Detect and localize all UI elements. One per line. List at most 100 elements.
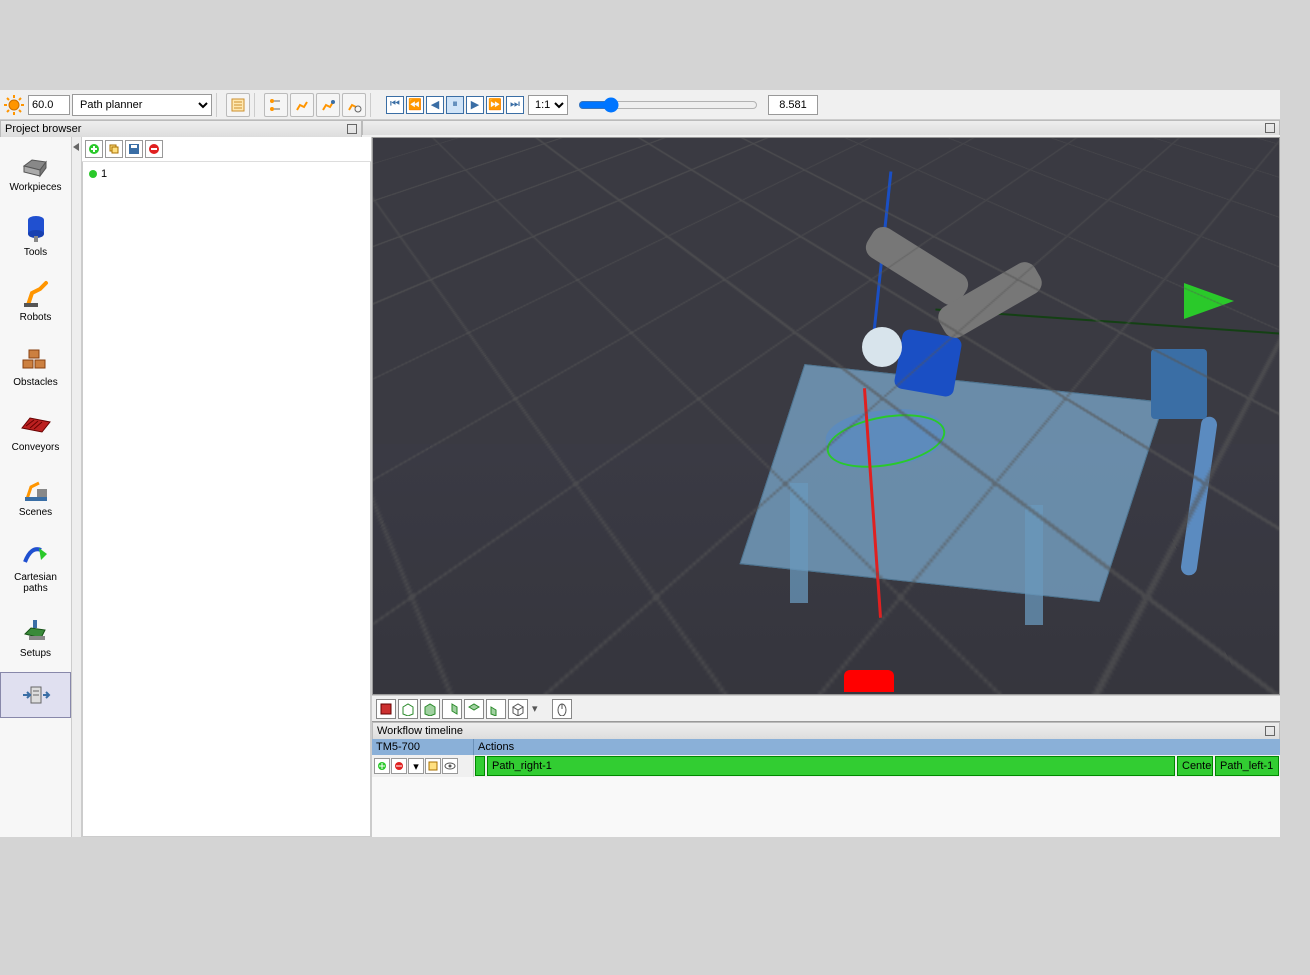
step-forward-icon[interactable]: ▶ [466,96,484,114]
sidebar-label: Robots [20,312,52,323]
chevron-down-icon[interactable]: ▾ [530,702,540,715]
workflow-segment[interactable]: Path_right-1 [487,756,1175,776]
viewport-titlebar [362,120,1280,135]
sidebar-label: Tools [24,247,47,258]
export-icon [20,679,52,711]
view-top-icon[interactable] [464,699,484,719]
wf-dropdown-icon[interactable]: ▾ [408,758,424,774]
sidebar-label: Conveyors [12,442,60,453]
y-axis-cone-icon [1184,283,1234,319]
playback-time-input[interactable] [768,95,818,115]
robot-icon [20,278,52,310]
segment-label: Path_left-1 [1220,760,1273,772]
tree-icon[interactable] [264,93,288,117]
sidebar-label: Obstacles [13,377,57,388]
sun-icon[interactable] [2,93,26,117]
wf-add-icon[interactable] [374,758,390,774]
view-left-icon[interactable] [420,699,440,719]
wf-visibility-icon[interactable] [442,758,458,774]
sidebar-item-setups[interactable]: Setups [0,607,71,666]
segment-label: Cente [1182,760,1211,772]
viewport-collapse-icon[interactable] [1265,123,1275,133]
browser-toolbar [82,137,371,162]
wf-edit-icon[interactable] [425,758,441,774]
copy-icon[interactable] [105,140,123,158]
browser-tree[interactable]: 1 [82,162,371,837]
fast-forward-icon[interactable]: ⏩ [486,96,504,114]
cartesian-icon [20,538,52,570]
add-icon[interactable] [85,140,103,158]
robot-settings-icon[interactable] [342,93,366,117]
panel-collapse-icon[interactable] [347,124,357,134]
view-iso-icon[interactable] [508,699,528,719]
workflow-titlebar: Workflow timeline [372,722,1280,739]
tree-item-label: 1 [101,168,107,180]
playback-ratio-dropdown[interactable]: 1:1 [528,95,568,115]
view-orientation-toolbar: ▾ [372,695,1280,721]
x-axis-cone-icon [844,670,894,692]
pause-icon[interactable]: ⏸ [446,96,464,114]
main-toolbar: Path planner ⏮ ⏪ ◀ ⏸ ▶ ⏩ ⏭ 1:1 [0,90,1280,120]
tree-item[interactable]: 1 [87,166,366,182]
scene-icon [20,473,52,505]
robot-path-icon[interactable] [316,93,340,117]
workflow-segment-start[interactable] [475,756,485,776]
step-back-icon[interactable]: ◀ [426,96,444,114]
workflow-segment[interactable]: Path_left-1 [1215,756,1279,776]
skip-end-icon[interactable]: ⏭ [506,96,524,114]
workpiece-icon [20,148,52,180]
project-browser-panel: 1 [82,137,372,837]
save-icon[interactable] [125,140,143,158]
workflow-panel: Workflow timeline TM5-700 Actions ▾ [372,721,1280,837]
sidebar-label: Scenes [19,507,52,518]
category-sidebar: Workpieces Tools Robots Obstacles Convey… [0,137,72,837]
rewind-icon[interactable]: ⏪ [406,96,424,114]
workflow-row-tools: ▾ [372,755,474,777]
3d-viewport[interactable] [372,137,1280,695]
sidebar-item-obstacles[interactable]: Obstacles [0,336,71,395]
wf-remove-icon[interactable] [391,758,407,774]
view-front-icon[interactable] [376,699,396,719]
mouse-nav-icon[interactable] [552,699,572,719]
speed-input[interactable] [28,95,70,115]
sidebar-label: Workpieces [9,182,61,193]
workflow-actions-track[interactable]: Path_right-1 Cente Path_left-1 [474,755,1280,777]
tool-icon [20,213,52,245]
workflow-collapse-icon[interactable] [1265,726,1275,736]
skip-start-icon[interactable]: ⏮ [386,96,404,114]
conveyor-icon [20,408,52,440]
project-browser-titlebar: Project browser [0,120,362,137]
workflow-robot-header: TM5-700 [372,739,474,755]
browser-collapse-strip[interactable] [72,137,82,837]
sidebar-label: Setups [20,648,51,659]
status-dot-icon [89,170,97,178]
segment-label: Path_right-1 [492,760,552,772]
playback-controls: ⏮ ⏪ ◀ ⏸ ▶ ⏩ ⏭ 1:1 [386,95,818,115]
sidebar-item-workpieces[interactable]: Workpieces [0,141,71,200]
view-back-icon[interactable] [398,699,418,719]
view-right-icon[interactable] [442,699,462,719]
delete-icon[interactable] [145,140,163,158]
workflow-header-row: TM5-700 Actions [372,739,1280,755]
project-browser-label: Project browser [5,123,81,135]
control-pedestal [1151,349,1207,419]
view-bottom-icon[interactable] [486,699,506,719]
sidebar-item-cartesian-paths[interactable]: Cartesian paths [0,531,71,601]
sidebar-item-conveyors[interactable]: Conveyors [0,401,71,460]
sidebar-item-export[interactable] [0,672,71,718]
workflow-title-label: Workflow timeline [377,725,463,737]
sidebar-label: Cartesian paths [3,572,68,594]
mode-dropdown[interactable]: Path planner [72,94,212,116]
sidebar-item-robots[interactable]: Robots [0,271,71,330]
obstacle-icon [20,343,52,375]
workflow-segment[interactable]: Cente [1177,756,1213,776]
playback-slider[interactable] [578,97,758,113]
sidebar-item-scenes[interactable]: Scenes [0,466,71,525]
list-icon[interactable] [226,93,250,117]
setup-icon [20,614,52,646]
workflow-row: ▾ Path_right-1 Cente Path_left-1 [372,755,1280,777]
workflow-actions-header: Actions [474,739,1280,755]
robot-config-icon[interactable] [290,93,314,117]
robot-base [894,328,964,398]
sidebar-item-tools[interactable]: Tools [0,206,71,265]
